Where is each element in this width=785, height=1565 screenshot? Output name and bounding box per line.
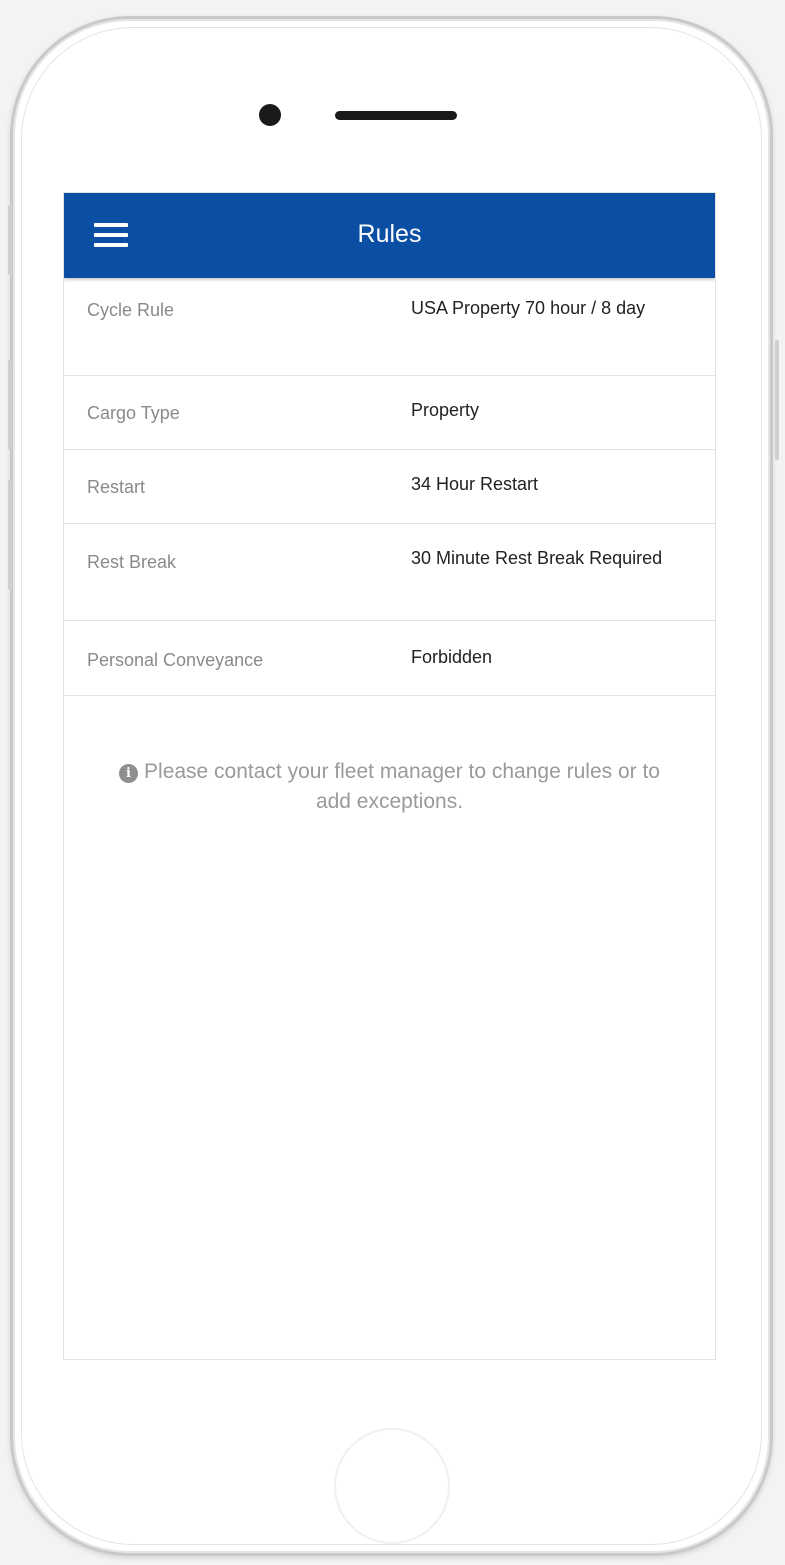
rule-value: 30 Minute Rest Break Required (411, 548, 663, 568)
rule-label: Rest Break (87, 552, 177, 572)
earpiece-speaker (335, 111, 457, 120)
rule-label: Cargo Type (87, 403, 180, 423)
app-screen: Rules Cycle Rule USA Property 70 hour / … (63, 192, 716, 1360)
rule-label: Cycle Rule (87, 300, 175, 320)
power-button (775, 340, 779, 460)
rule-label: Personal Conveyance (87, 650, 264, 670)
rule-row-cycle-rule: Cycle Rule USA Property 70 hour / 8 day (64, 278, 715, 376)
rule-value: Forbidden (411, 647, 493, 667)
page-title: Rules (357, 220, 422, 248)
rule-value: 34 Hour Restart (411, 474, 539, 494)
rule-value: USA Property 70 hour / 8 day (411, 298, 646, 318)
rule-row-rest-break: Rest Break 30 Minute Rest Break Required (64, 524, 715, 621)
app-header: Rules (64, 193, 715, 278)
rule-row-restart: Restart 34 Hour Restart (64, 450, 715, 524)
info-icon: i (119, 764, 139, 783)
volume-up-button (8, 205, 12, 275)
rules-list: Cycle Rule USA Property 70 hour / 8 day … (64, 278, 715, 696)
rules-notice: i Please contact your fleet manager to ch… (104, 757, 675, 817)
rule-label: Restart (87, 477, 146, 497)
rule-value: Property (411, 400, 480, 420)
home-button[interactable] (334, 1428, 450, 1544)
rule-row-cargo-type: Cargo Type Property (64, 376, 715, 450)
notice-text: Please contact your fleet manager to cha… (144, 760, 660, 813)
mute-switch (8, 480, 12, 590)
front-camera (259, 104, 281, 126)
rule-row-personal-conveyance: Personal Conveyance Forbidden (64, 621, 715, 696)
volume-down-button (8, 360, 12, 450)
